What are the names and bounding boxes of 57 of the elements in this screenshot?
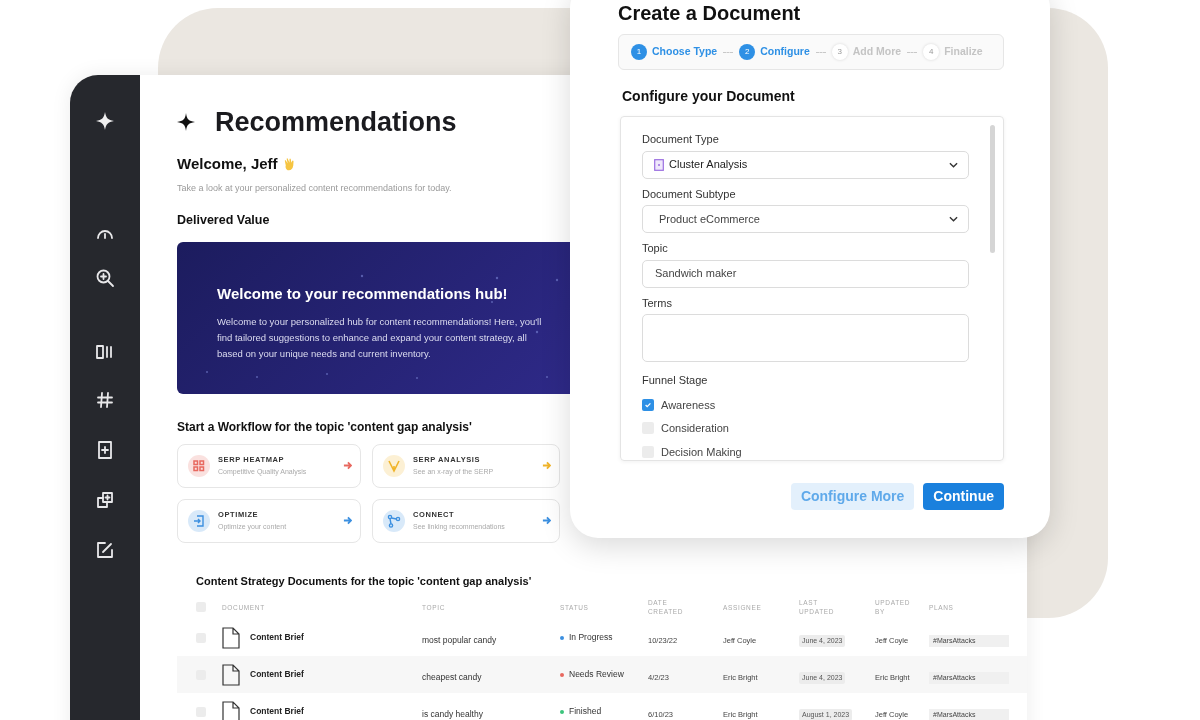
zoom-in-icon[interactable] — [95, 268, 115, 288]
dropdown-value: Product eCommerce — [659, 211, 761, 227]
checkbox-label: Consideration — [661, 421, 729, 436]
table-title: Content Strategy Documents for the topic 'content gap analysis' — [196, 573, 532, 589]
input-field[interactable]: Sandwich maker — [642, 259, 969, 288]
hash-icon[interactable] — [95, 390, 115, 410]
field-label: Funnel Stage — [642, 373, 709, 388]
step-connector — [723, 51, 734, 53]
chevron-down-icon — [949, 216, 958, 222]
field-label: Terms — [642, 295, 673, 311]
dialog-title: Create a Document — [618, 1, 802, 25]
step-number: 3 — [831, 44, 848, 60]
field-label: Document Type — [642, 132, 720, 147]
step-connector — [815, 51, 826, 53]
edit-icon[interactable] — [95, 540, 115, 560]
status-label: In Progress — [569, 631, 613, 645]
document-icon — [222, 700, 240, 720]
step-number: 1 — [631, 44, 647, 60]
table-cell: Content Brief — [250, 668, 304, 682]
sparkle-icon[interactable] — [95, 111, 115, 131]
step-connector — [907, 51, 918, 53]
continue-button[interactable]: Continue — [923, 483, 1004, 510]
banner-text: Welcome to your personalized hub for content recommendations! Here, you'll find tailored suggestions to enhance and expand your content strategy, all based on your unique needs and current inventory. — [217, 315, 543, 362]
chevron-down-icon — [949, 161, 958, 168]
dropdown-value: Cluster Analysis — [669, 157, 749, 173]
checkbox-label: Awareness — [661, 397, 716, 413]
status-label: Needs Review — [569, 668, 624, 682]
check-icon — [644, 400, 652, 409]
columns-icon[interactable] — [95, 342, 115, 362]
table-cell: most popular candy — [422, 634, 497, 645]
document-icon — [222, 663, 240, 686]
dropdown[interactable]: Product eCommerce — [642, 205, 969, 233]
page-title: Recommendations — [215, 105, 457, 139]
step-number: 4 — [923, 44, 940, 60]
table-cell: cheapest candy — [422, 671, 482, 682]
welcome-heading: Welcome, Jeff — [177, 154, 278, 174]
table-cell: is candy healthy — [422, 708, 483, 719]
document-icon — [222, 626, 240, 649]
field-label: Topic — [642, 241, 669, 256]
checkbox-label: Decision Making — [661, 444, 742, 460]
dropdown[interactable]: Cluster Analysis — [642, 150, 969, 179]
step-label: Choose Type — [652, 44, 718, 60]
section-title: Delivered Value — [177, 212, 270, 229]
status-label: Finished — [569, 705, 602, 719]
field-label: Document Subtype — [642, 186, 737, 202]
table-cell: Content Brief — [250, 705, 304, 719]
add-document-icon[interactable] — [95, 440, 115, 460]
checkbox[interactable] — [642, 398, 654, 411]
workflow-heading: Start a Workflow for the topic 'content gap analysis' — [177, 418, 472, 436]
sparkle-icon — [177, 113, 195, 131]
welcome-subtitle: Take a look at your personalized content recommendations for today. — [177, 181, 452, 195]
banner-title: Welcome to your recommendations hub! — [217, 283, 509, 304]
copy-icon[interactable] — [95, 490, 115, 510]
step-number: 2 — [739, 44, 756, 60]
section-title: Configure your Document — [622, 87, 796, 106]
table-cell: Content Brief — [250, 631, 304, 645]
step-label: Configure — [760, 44, 810, 60]
